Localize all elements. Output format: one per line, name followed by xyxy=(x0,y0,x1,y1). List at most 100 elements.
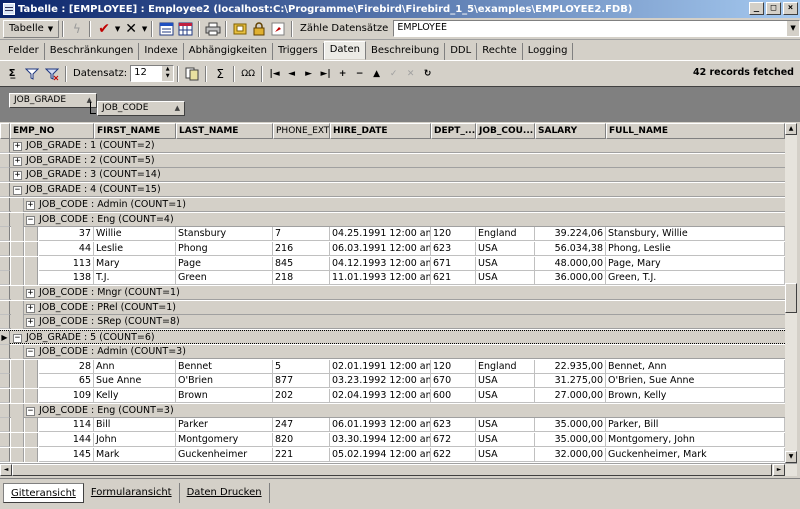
cell-dept-no[interactable]: 623 xyxy=(431,241,476,256)
tab-rechte[interactable]: Rechte xyxy=(477,43,523,60)
cell-emp-no[interactable]: 144 xyxy=(39,433,94,447)
cell-full-name[interactable]: Brown, Kelly xyxy=(606,388,785,403)
row-indicator[interactable] xyxy=(0,359,10,374)
edit-record-icon[interactable]: ▲ xyxy=(368,69,385,79)
row-indicator[interactable] xyxy=(0,168,10,183)
first-record-icon[interactable]: |◄ xyxy=(266,69,283,79)
cell-first-name[interactable]: T.J. xyxy=(94,271,176,286)
tab-triggers[interactable]: Triggers xyxy=(273,43,324,60)
cell-salary[interactable]: 27.000,00 xyxy=(535,388,606,403)
count-records-label[interactable]: Zähle Datensätze xyxy=(300,23,388,34)
cell-job-country[interactable]: USA xyxy=(476,271,535,286)
cell-full-name[interactable]: Page, Mary xyxy=(606,256,785,271)
maximize-button[interactable]: □ xyxy=(766,2,781,15)
cell-salary[interactable]: 48.000,00 xyxy=(535,256,606,271)
tab-felder[interactable]: Felder xyxy=(3,43,45,60)
cell-first-name[interactable]: John xyxy=(94,433,176,447)
cell-first-name[interactable]: Sue Anne xyxy=(94,374,176,389)
cell-hire-date[interactable]: 04.25.1991 12:00 am xyxy=(330,227,431,242)
table-row[interactable]: 113 Mary Page 845 04.12.1993 12:00 am 671 USA 4… xyxy=(0,256,797,271)
cell-dept-no[interactable]: 670 xyxy=(431,374,476,389)
cell-phone-ext[interactable]: 5 xyxy=(273,359,330,374)
cell-full-name[interactable]: Parker, Bill xyxy=(606,418,785,433)
refresh-icon[interactable]: ↻ xyxy=(419,69,436,79)
row-indicator[interactable] xyxy=(0,227,10,242)
record-number-spinner[interactable]: 12 ▲ ▼ xyxy=(130,65,175,82)
table-row[interactable]: 37 Willie Stansbury 7 04.25.1991 12:00 am 120… xyxy=(0,227,797,242)
expand-icon[interactable]: + xyxy=(26,200,35,210)
tab-daten[interactable]: Daten xyxy=(323,41,366,60)
prior-record-icon[interactable]: ◄ xyxy=(283,69,300,79)
group-row-job-code[interactable]: + JOB_CODE : Admin (COUNT=1) xyxy=(0,197,797,212)
tab-ddl[interactable]: DDL xyxy=(445,43,478,60)
cell-first-name[interactable]: Ann xyxy=(94,359,176,374)
sum-icon[interactable]: Σ xyxy=(210,65,230,83)
row-indicator[interactable] xyxy=(0,271,10,286)
delete-record-icon[interactable]: − xyxy=(351,69,368,79)
cell-job-country[interactable]: USA xyxy=(476,418,535,433)
cell-hire-date[interactable]: 06.03.1991 12:00 am xyxy=(330,241,431,256)
cell-salary[interactable]: 36.000,00 xyxy=(535,271,606,286)
table-row[interactable]: 28 Ann Bennet 5 02.01.1991 12:00 am 120 Englan… xyxy=(0,359,797,374)
cell-salary[interactable]: 32.000,00 xyxy=(535,447,606,462)
group-row-job-code[interactable]: − JOB_CODE : Eng (COUNT=4) xyxy=(0,212,797,227)
cell-last-name[interactable]: Page xyxy=(176,256,273,271)
collapse-icon[interactable]: − xyxy=(13,186,22,196)
cell-salary[interactable]: 56.034,38 xyxy=(535,241,606,256)
column-header-salary[interactable]: SALARY xyxy=(535,123,606,139)
cell-emp-no[interactable]: 109 xyxy=(39,388,94,403)
cell-emp-no[interactable]: 44 xyxy=(39,241,94,256)
cell-salary[interactable]: 31.275,00 xyxy=(535,374,606,389)
cell-last-name[interactable]: O'Brien xyxy=(176,374,273,389)
cell-last-name[interactable]: Phong xyxy=(176,241,273,256)
table-row[interactable]: 109 Kelly Brown 202 02.04.1993 12:00 am 600 US… xyxy=(0,388,797,403)
cell-phone-ext[interactable]: 218 xyxy=(273,271,330,286)
cell-job-country[interactable]: USA xyxy=(476,374,535,389)
next-record-icon[interactable]: ► xyxy=(300,69,317,79)
cell-hire-date[interactable]: 03.23.1992 12:00 am xyxy=(330,374,431,389)
cell-dept-no[interactable]: 622 xyxy=(431,447,476,462)
spinner-arrows-icon[interactable]: ▲ ▼ xyxy=(162,66,174,81)
row-indicator[interactable] xyxy=(0,197,10,212)
cell-job-country[interactable]: USA xyxy=(476,447,535,462)
cell-phone-ext[interactable]: 845 xyxy=(273,256,330,271)
cell-emp-no[interactable]: 65 xyxy=(39,374,94,389)
table-select[interactable]: EMPLOYEE ▼ xyxy=(393,20,800,37)
group-row-job-code[interactable]: + JOB_CODE : PRel (COUNT=1) xyxy=(0,300,797,315)
table-properties-icon[interactable] xyxy=(156,20,175,38)
cell-full-name[interactable]: Phong, Leslie xyxy=(606,241,785,256)
cell-hire-date[interactable]: 02.01.1991 12:00 am xyxy=(330,359,431,374)
commit-dropdown-icon[interactable]: ▼ xyxy=(114,20,122,38)
column-header-last-name[interactable]: LAST_NAME xyxy=(176,123,273,139)
cell-hire-date[interactable]: 11.01.1993 12:00 am xyxy=(330,271,431,286)
cell-hire-date[interactable]: 02.04.1993 12:00 am xyxy=(330,388,431,403)
cell-salary[interactable]: 22.935,00 xyxy=(535,359,606,374)
filter-sum-icon[interactable]: Σ̲ xyxy=(2,65,22,83)
column-header-first-name[interactable]: FIRST_NAME xyxy=(94,123,176,139)
cell-dept-no[interactable]: 120 xyxy=(431,227,476,242)
horizontal-scroll-thumb[interactable] xyxy=(12,464,772,476)
cell-job-country[interactable]: England xyxy=(476,359,535,374)
row-indicator[interactable] xyxy=(0,388,10,403)
cell-phone-ext[interactable]: 7 xyxy=(273,227,330,242)
rollback-x-icon[interactable]: ✕ xyxy=(121,20,140,38)
view-tab-daten-drucken[interactable]: Daten Drucken xyxy=(180,483,270,503)
cell-emp-no[interactable]: 138 xyxy=(39,271,94,286)
column-header-hire-date[interactable]: HIRE_DATE xyxy=(330,123,431,139)
lock-icon[interactable] xyxy=(249,20,268,38)
cell-hire-date[interactable]: 04.12.1993 12:00 am xyxy=(330,256,431,271)
cell-full-name[interactable]: Bennet, Ann xyxy=(606,359,785,374)
unicode-omega-icon[interactable]: ΩΩ xyxy=(238,65,258,83)
vertical-scrollbar[interactable]: ▲ ▼ xyxy=(785,123,797,463)
cell-dept-no[interactable]: 672 xyxy=(431,433,476,447)
cell-job-country[interactable]: USA xyxy=(476,388,535,403)
column-header-phone-ext[interactable]: PHONE_EXT xyxy=(273,123,330,139)
table-menu-button[interactable]: Tabelle ▼ xyxy=(3,19,60,38)
cell-last-name[interactable]: Bennet xyxy=(176,359,273,374)
collapse-icon[interactable]: − xyxy=(26,215,35,225)
minimize-button[interactable]: _ xyxy=(749,2,764,15)
group-row-job-code[interactable]: + JOB_CODE : SRep (COUNT=8) xyxy=(0,315,797,330)
column-header-job-country[interactable]: JOB_COU... xyxy=(476,123,535,139)
cell-full-name[interactable]: Montgomery, John xyxy=(606,433,785,447)
tab-logging[interactable]: Logging xyxy=(523,43,574,60)
